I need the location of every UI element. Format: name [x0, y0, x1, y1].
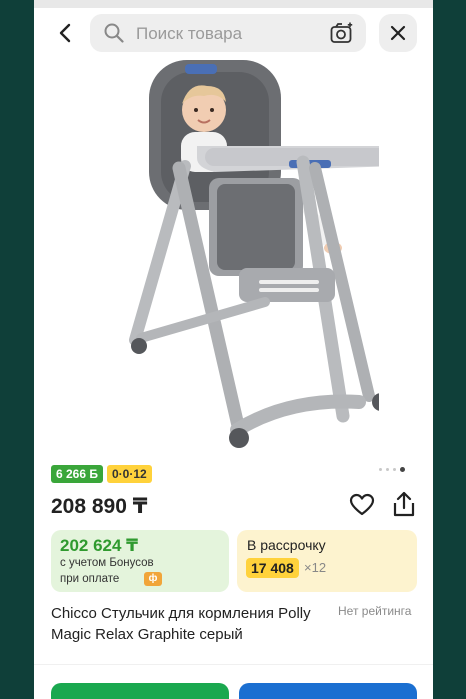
gallery-dot-active[interactable]	[400, 466, 405, 472]
back-button[interactable]	[52, 18, 80, 48]
status-strip	[34, 0, 433, 8]
badge-group: 6 266 Б 0·0·12	[51, 465, 152, 483]
chevron-left-icon	[59, 23, 71, 43]
favorite-button[interactable]	[349, 493, 375, 517]
bonus-coin-icon: ф	[144, 572, 162, 586]
heart-icon	[349, 493, 375, 516]
share-button[interactable]	[392, 490, 416, 518]
camera-search-icon[interactable]	[330, 22, 354, 44]
rating-status[interactable]: Нет рейтинга	[338, 604, 411, 618]
gallery-dot[interactable]	[386, 467, 389, 471]
buy-button[interactable]	[51, 683, 229, 699]
installment-monthly: 17 408	[246, 558, 299, 578]
top-bar: Поиск товара	[34, 10, 433, 56]
bonus-caption-line1: с учетом Бонусов	[60, 557, 154, 569]
installment-badge: 0·0·12	[107, 465, 152, 483]
product-card: Поиск товара 6 266 Б 0·0·12 208 890 ₸ 20…	[34, 0, 433, 699]
divider	[34, 664, 433, 665]
installment-months: ×12	[304, 560, 327, 575]
gallery-dots	[379, 466, 405, 472]
bonus-price-box[interactable]: 202 624 ₸ с учетом Бонусов при оплате ф	[51, 530, 229, 592]
search-input[interactable]: Поиск товара	[90, 14, 366, 52]
bonus-price: 202 624 ₸	[60, 536, 139, 555]
close-button[interactable]	[379, 14, 417, 52]
price: 208 890 ₸	[51, 495, 148, 518]
cart-button[interactable]	[239, 683, 417, 699]
product-image[interactable]	[89, 58, 379, 458]
product-title: Chicco Стульчик для кормления Polly Magi…	[51, 605, 311, 643]
share-icon	[393, 491, 415, 517]
gallery-dot[interactable]	[393, 467, 396, 471]
installment-box[interactable]: В рассрочку 17 408 ×12	[237, 530, 417, 592]
bonus-caption-line2: при оплате	[60, 573, 120, 585]
search-icon	[104, 23, 124, 43]
installment-label: В рассрочку	[247, 537, 326, 553]
gallery-dot[interactable]	[379, 467, 382, 471]
search-placeholder: Поиск товара	[136, 24, 243, 43]
bonus-badge: 6 266 Б	[51, 465, 103, 483]
close-icon	[390, 25, 406, 41]
